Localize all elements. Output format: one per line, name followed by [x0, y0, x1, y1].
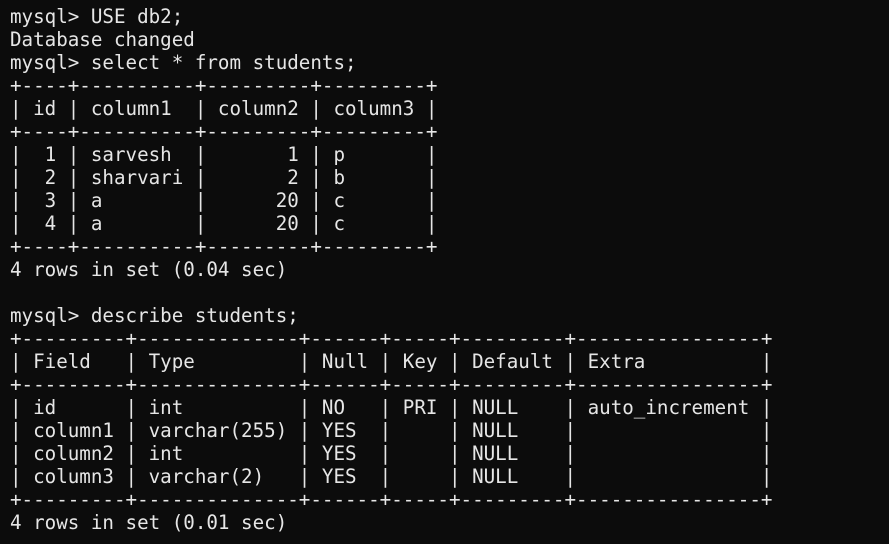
status-database-changed: Database changed	[10, 28, 195, 51]
table-header-row: | Field | Type | Null | Key | Default | …	[10, 350, 773, 373]
table-row: | 4 | a | 20 | c |	[10, 212, 438, 235]
terminal-output[interactable]: mysql> USE db2; Database changed mysql> …	[10, 5, 885, 541]
table-row: | column1 | varchar(255) | YES | | NULL …	[10, 419, 773, 442]
table-row: | 1 | sarvesh | 1 | p |	[10, 143, 438, 166]
prompt-describe-query: mysql> describe students;	[10, 304, 299, 327]
prompt-use-db: mysql> USE db2;	[10, 5, 184, 28]
result-summary: 4 rows in set (0.04 sec)	[10, 258, 288, 281]
prompt-select-query: mysql> select * from students;	[10, 51, 357, 74]
table-border-top: +----+----------+---------+---------+	[10, 74, 438, 97]
table-row: | 3 | a | 20 | c |	[10, 189, 438, 212]
table-border-top: +---------+--------------+------+-----+-…	[10, 327, 773, 350]
result-summary: 4 rows in set (0.01 sec)	[10, 511, 288, 534]
table-row: | column3 | varchar(2) | YES | | NULL | …	[10, 465, 773, 488]
table-header-row: | id | column1 | column2 | column3 |	[10, 97, 438, 120]
table-row: | 2 | sharvari | 2 | b |	[10, 166, 438, 189]
table-border-header: +----+----------+---------+---------+	[10, 120, 438, 143]
table-border-header: +---------+--------------+------+-----+-…	[10, 373, 773, 396]
table-border-bottom: +----+----------+---------+---------+	[10, 235, 438, 258]
table-border-bottom: +---------+--------------+------+-----+-…	[10, 488, 773, 511]
table-row: | id | int | NO | PRI | NULL | auto_incr…	[10, 396, 773, 419]
table-row: | column2 | int | YES | | NULL | |	[10, 442, 773, 465]
